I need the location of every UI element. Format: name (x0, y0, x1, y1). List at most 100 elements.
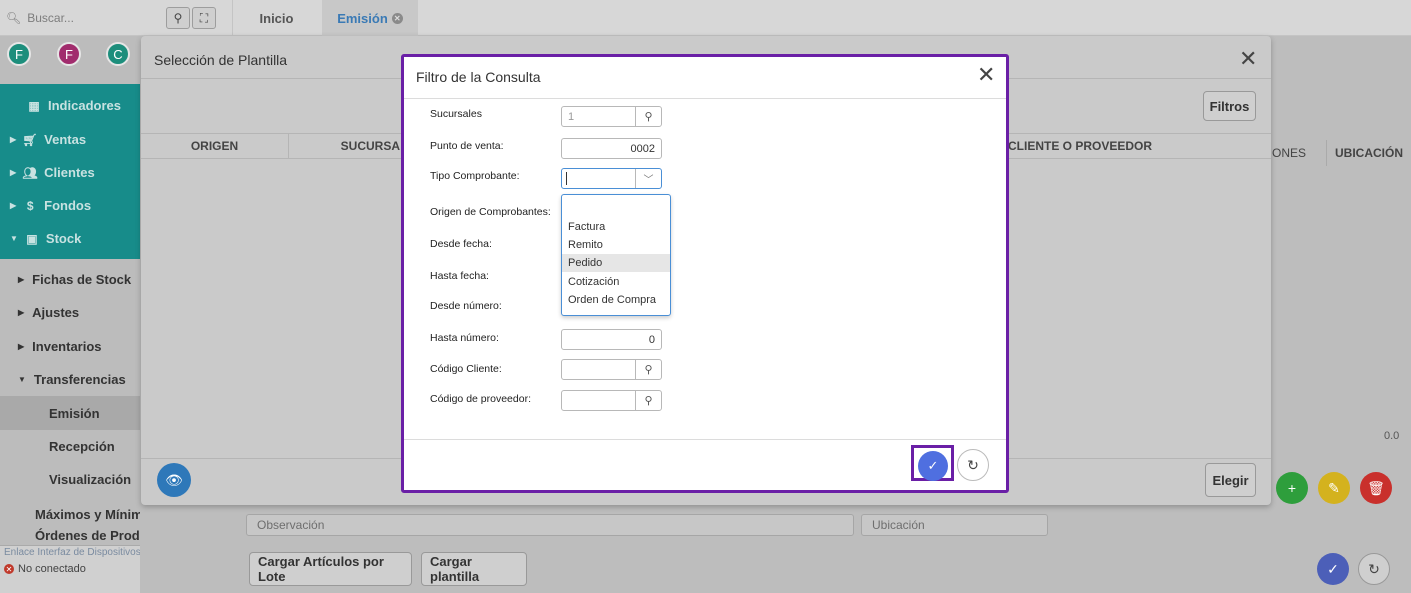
column-header-origen[interactable]: ORIGEN (141, 133, 289, 159)
chevron-right-icon: ▶ (10, 201, 17, 210)
hasta-numero-field[interactable]: 0 (561, 329, 662, 350)
text-cursor (566, 172, 567, 185)
punto-venta-field[interactable]: 0002 (561, 138, 662, 159)
sidebar-item-label: Fondos (44, 198, 92, 213)
plantilla-modal-title: Selección de Plantilla (154, 52, 288, 68)
chevron-down-icon: ▼ (10, 234, 18, 243)
plus-icon: + (1287, 480, 1297, 496)
avatar[interactable]: C (106, 42, 130, 66)
dropdown-option[interactable]: Remito (562, 236, 670, 254)
filtro-modal (401, 54, 1009, 493)
close-tab-icon[interactable]: ✕ (391, 12, 403, 24)
tipo-comprobante-label: Tipo Comprobante: (430, 170, 520, 182)
sucursales-field[interactable]: 1 ⚲ (561, 106, 662, 127)
tab-label: Inicio (259, 10, 294, 26)
sidebar-item-label: Emisión (49, 405, 100, 421)
dropdown-option[interactable]: Orden de Compra (562, 291, 670, 309)
filtros-button[interactable]: Filtros (1203, 91, 1256, 121)
chevron-right-icon: ▶ (18, 307, 25, 317)
apply-filter-button[interactable]: ✓ (918, 451, 948, 481)
cargar-lote-button[interactable]: Cargar Artículos por Lote (249, 552, 412, 586)
search-icon[interactable]: ⚲ (635, 391, 661, 410)
avatar[interactable]: F (57, 42, 81, 66)
add-button[interactable]: + (1276, 472, 1308, 504)
divider (404, 98, 1006, 99)
hasta-numero-label: Hasta número: (430, 332, 499, 344)
punto-venta-label: Punto de venta: (430, 140, 504, 152)
refresh-button[interactable]: ↻ (1358, 553, 1390, 585)
divider (404, 439, 1006, 440)
sidebar-item-label: Transferencias (33, 371, 126, 387)
eye-icon: 👁︎ (165, 471, 183, 488)
box-icon: ▣ (26, 231, 38, 246)
chevron-right-icon: ▶ (18, 341, 25, 351)
dollar-icon: $ (26, 198, 34, 213)
observacion-input[interactable]: Observación (246, 514, 854, 536)
sidebar-item-clientes[interactable]: ▶ 👥︎ Clientes (0, 156, 140, 189)
codigo-cliente-label: Código Cliente: (430, 363, 502, 375)
close-icon[interactable]: ✕ (1239, 46, 1257, 72)
origen-comprobantes-label: Origen de Comprobantes: (430, 206, 551, 218)
global-search-input[interactable]: 🔍︎ Buscar... (6, 8, 146, 28)
sidebar-item-emision[interactable]: Emisión (0, 396, 140, 430)
delete-button[interactable]: 🗑︎ (1360, 472, 1392, 504)
search-icon[interactable]: ⚲ (635, 107, 661, 126)
total-value: 0.0 (1384, 430, 1400, 442)
hasta-numero-value: 0 (648, 334, 655, 346)
sidebar-item-stock[interactable]: ▼ ▣ Stock (0, 222, 140, 255)
expand-button[interactable]: ⛶ (192, 7, 216, 29)
tipo-comprobante-select[interactable]: ﹀ (561, 168, 662, 189)
sidebar-item-ventas[interactable]: ▶ 🛒︎ Ventas (0, 123, 140, 156)
search-icon: ⚲ (173, 11, 183, 25)
refresh-icon: ↻ (1368, 560, 1380, 577)
sidebar-item-fondos[interactable]: ▶ $ Fondos (0, 189, 140, 222)
edit-button[interactable]: ✎ (1318, 472, 1350, 504)
check-icon: ✓ (927, 458, 939, 473)
ubicacion-input[interactable]: Ubicación (861, 514, 1048, 536)
punto-venta-value: 0002 (630, 143, 655, 155)
codigo-proveedor-label: Código de proveedor: (430, 393, 531, 405)
tab-emision[interactable]: Emisión ✕ (322, 0, 418, 36)
reset-filter-button[interactable]: ↻ (957, 449, 989, 481)
device-interface-link[interactable]: Enlace Interfaz de Dispositivos (4, 547, 141, 558)
sidebar-item-label: Visualización (49, 471, 132, 487)
desde-fecha-label: Desde fecha: (430, 238, 492, 250)
column-header-ubicacion: UBICACIÓN (1326, 140, 1411, 166)
column-header-sucursal[interactable]: SUCURSA (290, 133, 400, 159)
search-icon: 🔍︎ (6, 11, 22, 25)
sidebar-item-label: Ventas (44, 132, 87, 147)
chevron-down-icon[interactable]: ﹀ (635, 169, 661, 188)
sidebar-item-label: Indicadores (48, 98, 121, 113)
column-header-cliente-proveedor[interactable]: CLIENTE O PROVEEDOR (1008, 133, 1270, 159)
cart-icon: 🛒︎ (22, 132, 38, 147)
confirm-button[interactable]: ✓ (1317, 553, 1349, 585)
avatar[interactable]: F (7, 42, 31, 66)
sidebar-item-label: Clientes (44, 165, 95, 180)
chevron-right-icon: ▶ (18, 274, 25, 284)
dropdown-option[interactable]: Cotización (562, 273, 670, 291)
trash-icon: 🗑︎ (1367, 479, 1385, 496)
sidebar-item-indicadores[interactable]: ▦ Indicadores (0, 89, 140, 122)
search-icon[interactable]: ⚲ (635, 360, 661, 379)
codigo-cliente-field[interactable]: ⚲ (561, 359, 662, 380)
dropdown-option-highlighted[interactable]: Pedido (562, 254, 670, 272)
desde-numero-label: Desde número: (430, 300, 502, 312)
close-icon[interactable]: ✕ (977, 62, 995, 88)
sucursales-value: 1 (568, 111, 575, 123)
codigo-proveedor-field[interactable]: ⚲ (561, 390, 662, 411)
tab-label: Emisión (337, 10, 388, 26)
hasta-fecha-label: Hasta fecha: (430, 270, 489, 282)
view-button[interactable]: 👁︎ (157, 463, 191, 497)
chevron-right-icon: ▶ (10, 168, 17, 177)
device-status-text: No conectado (18, 563, 86, 575)
cargar-plantilla-button[interactable]: Cargar plantilla (421, 552, 527, 586)
search-button[interactable]: ⚲ (166, 7, 190, 29)
tab-inicio[interactable]: Inicio (232, 0, 320, 36)
elegir-button[interactable]: Elegir (1205, 463, 1256, 497)
stock-submenu: ▶ Fichas de Stock ▶ Ajustes ▶ Inventarios ▼… (0, 259, 216, 593)
column-header-ones: ONES (1272, 146, 1307, 160)
dropdown-option[interactable]: Factura (562, 218, 670, 236)
dashboard-icon: ▦ (28, 98, 40, 113)
pencil-icon: ✎ (1328, 479, 1340, 496)
sidebar-item-label: Recepción (49, 438, 115, 454)
